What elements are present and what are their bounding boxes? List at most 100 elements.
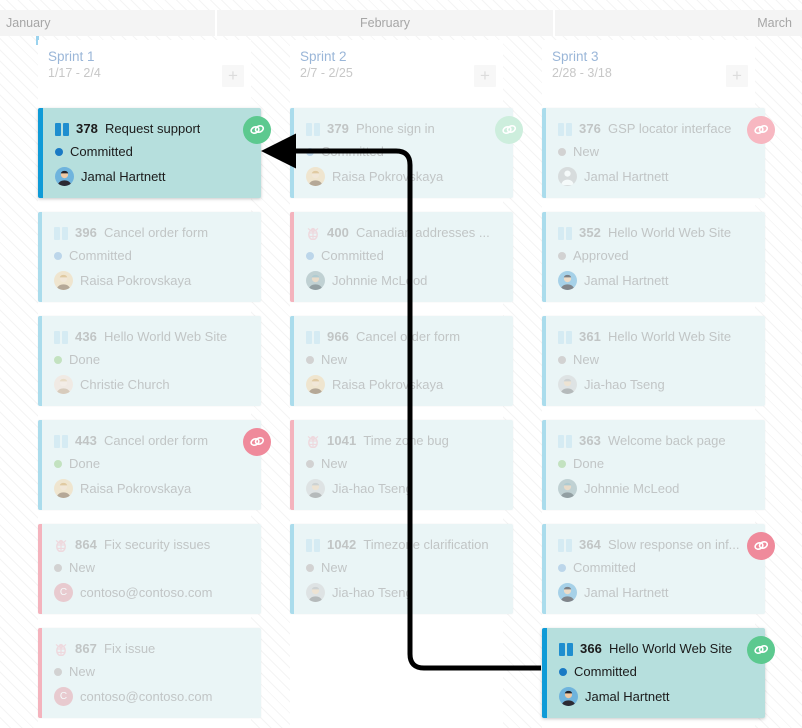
card-title-row: 436 Hello World Web Site	[54, 329, 249, 345]
work-item-id: 436	[75, 329, 97, 344]
card-state-row: Done	[54, 456, 249, 472]
card-assignee-row: Jia-hao Tseng	[558, 375, 753, 394]
dependency-link-badge[interactable]	[747, 532, 775, 560]
link-icon	[754, 540, 769, 551]
work-item-title: Request support	[105, 121, 201, 136]
sprint-title: Sprint 2	[300, 49, 347, 64]
work-item-card[interactable]: 379 Phone sign in Committed Raisa Pokrovska…	[290, 108, 523, 198]
card-title-row: 376 GSP locator interface	[558, 121, 753, 137]
work-item-card[interactable]: 400 Canadian addresses ... Committed Johnni…	[290, 212, 513, 302]
work-item-state: Done	[69, 456, 101, 471]
card-assignee-row: Raisa Pokrovskaya	[54, 479, 249, 498]
dependency-link-badge[interactable]	[747, 636, 775, 664]
state-dot-icon	[306, 148, 314, 156]
bug-icon	[307, 435, 319, 448]
card-state-row: New	[54, 664, 249, 680]
work-item-card[interactable]: 966 Cancel order form New Raisa Pokrovskaya	[290, 316, 513, 406]
sprint-header: Sprint 2 2/7 - 2/25 +	[290, 40, 503, 88]
work-item-state: Committed	[573, 560, 636, 575]
card-assignee-row: Jia-hao Tseng	[306, 479, 501, 498]
work-item-card[interactable]: 396 Cancel order form Committed Raisa Pokro…	[38, 212, 261, 302]
work-item-title: Cancel order form	[356, 329, 461, 344]
work-item-card[interactable]: 443 Cancel order form Done Raisa Pokrovskay…	[38, 420, 271, 510]
avatar	[559, 687, 578, 706]
work-item-title: Welcome back page	[608, 433, 726, 448]
work-item-state: Committed	[321, 248, 384, 263]
work-item-card[interactable]: 436 Hello World Web Site Done Christie Chur…	[38, 316, 261, 406]
avatar-photo	[308, 586, 323, 602]
avatar-photo	[57, 170, 72, 186]
avatar	[558, 479, 577, 498]
work-item-state: New	[321, 352, 348, 367]
avatar	[306, 271, 325, 290]
work-item-card[interactable]: 867 Fix issue New Ccontoso@contoso.com	[38, 628, 261, 718]
work-item-id: 378	[76, 121, 98, 136]
work-item-card[interactable]: 1042 Timezone clarification New Jia-hao Tse…	[290, 524, 513, 614]
link-icon	[250, 124, 265, 135]
avatar-photo	[560, 482, 575, 498]
work-item-id: 443	[75, 433, 97, 448]
work-item-assignee: Raisa Pokrovskaya	[80, 480, 192, 496]
avatar-photo	[308, 170, 323, 186]
work-item-assignee: Jia-hao Tseng	[332, 584, 413, 600]
state-dot-icon	[306, 356, 314, 364]
work-item-card[interactable]: 378 Request support Committed Jamal Hartnet…	[38, 108, 271, 198]
state-dot-icon	[54, 460, 62, 468]
avatar-photo	[560, 274, 575, 290]
work-item-assignee: Jia-hao Tseng	[584, 376, 665, 392]
sprint-dates: 1/17 - 2/4	[48, 66, 101, 80]
work-item-card[interactable]: 376 GSP locator interface New Jamal Hartnet…	[542, 108, 775, 198]
dependency-link-badge[interactable]	[747, 116, 775, 144]
work-item-card[interactable]: 363 Welcome back page Done Johnnie McLeod	[542, 420, 765, 510]
work-item-card[interactable]: 1041 Time zone bug New Jia-hao Tseng	[290, 420, 513, 510]
dependency-link-badge[interactable]	[495, 116, 523, 144]
delivery-plan-board: January February March Sprint 1 1/17 - 2/…	[0, 0, 802, 728]
work-item-state: Done	[69, 352, 101, 367]
state-dot-icon	[558, 356, 566, 364]
card-title-row: 363 Welcome back page	[558, 433, 753, 449]
add-item-button[interactable]: +	[474, 65, 496, 87]
month-divider-2	[553, 10, 554, 36]
work-item-card[interactable]: 352 Hello World Web Site Approved Jamal Har…	[542, 212, 765, 302]
card-assignee-row: Johnnie McLeod	[306, 271, 501, 290]
avatar-photo	[56, 482, 71, 498]
state-dot-icon	[54, 252, 62, 260]
work-item-state: New	[573, 144, 600, 159]
work-item-card[interactable]: 361 Hello World Web Site New Jia-hao Tseng	[542, 316, 765, 406]
sprint-title: Sprint 3	[552, 49, 599, 64]
avatar	[306, 167, 325, 186]
month-header-bar: January February March	[0, 10, 802, 36]
state-dot-icon	[54, 668, 62, 676]
work-item-assignee: Jamal Hartnett	[585, 688, 670, 704]
bug-icon	[55, 643, 67, 656]
work-item-card[interactable]: 366 Hello World Web Site Committed Jamal Ha…	[542, 628, 775, 718]
card-title-row: 966 Cancel order form	[306, 329, 501, 345]
work-item-assignee: Jamal Hartnett	[584, 168, 669, 184]
avatar	[558, 583, 577, 602]
add-item-button[interactable]: +	[726, 65, 748, 87]
card-state-row: Committed	[558, 560, 753, 576]
avatar	[306, 479, 325, 498]
card-title-row: 400 Canadian addresses ...	[306, 225, 501, 241]
work-item-state: New	[69, 664, 96, 679]
card-assignee-row: Ccontoso@contoso.com	[54, 583, 249, 602]
card-state-row: New	[306, 352, 501, 368]
sprint-header: Sprint 1 1/17 - 2/4 +	[38, 40, 251, 88]
state-dot-icon	[306, 252, 314, 260]
work-item-state: New	[321, 456, 348, 471]
product-backlog-item-icon	[54, 330, 68, 344]
link-icon	[754, 644, 769, 655]
work-item-id: 1041	[327, 433, 357, 448]
work-item-card[interactable]: 364 Slow response on inf... Committed Jamal…	[542, 524, 775, 614]
card-assignee-row: Christie Church	[54, 375, 249, 394]
dependency-link-badge[interactable]	[243, 116, 271, 144]
link-icon	[502, 124, 517, 135]
month-label-march: March	[554, 10, 802, 36]
work-item-card[interactable]: 864 Fix security issues New Ccontoso@contos…	[38, 524, 261, 614]
work-item-assignee: contoso@contoso.com	[80, 688, 213, 704]
add-item-button[interactable]: +	[222, 65, 244, 87]
work-item-title: Slow response on inf...	[608, 537, 740, 552]
card-state-row: New	[306, 456, 501, 472]
card-assignee-row: Raisa Pokrovskaya	[306, 375, 501, 394]
dependency-link-badge[interactable]	[243, 428, 271, 456]
